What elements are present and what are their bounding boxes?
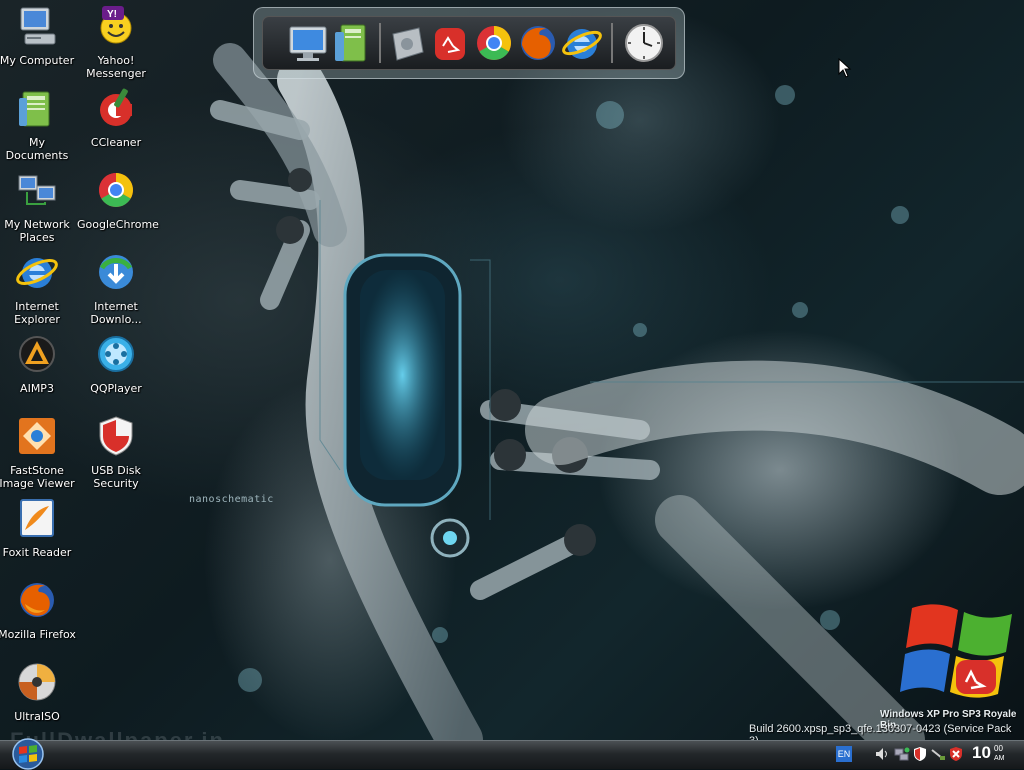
desktop-icon-google-chrome[interactable]: GoogleChrome [77,168,159,231]
desktop-icon-label: QQPlayer [90,382,142,395]
network-icon[interactable] [894,746,910,762]
mouse-cursor-icon [838,58,852,78]
qqplayer-icon [98,336,134,372]
system-tray: EN 10 00 AM [832,741,1024,769]
clock-minute: 00 [994,744,1003,753]
desktop-icon-label: AIMP3 [20,382,54,395]
desktop-icon-label: My Network Places [4,218,70,244]
desktop-icon-label: Yahoo! Messenger [86,54,146,80]
disc-icon [18,663,56,701]
wallpaper-caption: nanoschematic [189,494,274,505]
dock-shelf [262,16,676,70]
desktop-icon-label: USB Disk Security [91,464,141,490]
taskbar: EN 10 00 AM [0,738,1024,770]
desktop-icon-faststone[interactable]: FastStone Image Viewer [0,414,76,490]
desktop-icon-qqplayer[interactable]: QQPlayer [77,332,155,395]
desktop-icon-label: FastStone Image Viewer [0,464,75,490]
desktop-icon-my-computer[interactable]: My Computer [0,4,76,67]
desktop-icon-internet-explorer[interactable]: Internet Explorer [0,250,76,326]
faststone-icon [19,418,55,454]
clock-hour: 10 [972,743,991,762]
drive-icon[interactable] [385,22,427,64]
yahoo-messenger-icon: Y! [100,6,132,44]
network-places-icon [18,175,56,205]
taskbar-clock[interactable]: 10 00 AM [972,743,1005,763]
desktop-icon-internet-download-manager[interactable]: Internet Downlo... [77,250,155,326]
desktop-icon-label: Mozilla Firefox [0,628,76,641]
desktop-icon-foxit-reader[interactable]: Foxit Reader [0,496,76,559]
start-button[interactable] [8,738,48,770]
recycle-bin-icon[interactable] [429,22,471,64]
chrome-icon[interactable] [473,22,515,64]
desktop-icon-label: CCleaner [90,136,142,149]
firefox-icon [20,583,54,617]
aimp-icon [19,336,55,372]
safely-remove-icon[interactable] [930,746,946,762]
foxit-reader-icon [20,499,54,537]
firefox-icon[interactable] [517,22,559,64]
internet-download-manager-icon [99,255,133,289]
desktop-icon-ultraiso[interactable]: UltraISO [0,660,76,723]
computer-icon [20,7,56,45]
desktop-icon-label: Internet Explorer [14,300,60,326]
internet-explorer-icon[interactable] [561,22,603,64]
desktop-icon-label: GoogleChrome [77,218,159,231]
windows-xp-logo-icon [900,604,1012,698]
desktop-icon-usb-disk-security[interactable]: USB Disk Security [77,414,155,490]
internet-explorer-icon [16,258,58,288]
desktop-icon-label: My Documents [5,136,69,162]
documents-folder-icon[interactable] [331,22,373,64]
desktop-icon-label: Foxit Reader [2,546,72,559]
volume-icon[interactable] [874,746,890,762]
security-alert-icon[interactable] [948,746,964,762]
shield-icon[interactable] [912,746,928,762]
shield-icon [99,416,133,456]
desktop-icon-my-documents[interactable]: My Documents [0,86,76,162]
clock-icon[interactable] [623,22,665,64]
chrome-icon [99,173,133,207]
desktop-icon-my-network-places[interactable]: My Network Places [0,168,76,244]
desktop-icon-ccleaner[interactable]: CCleaner [77,86,155,149]
ccleaner-icon [100,88,132,126]
documents-folder-icon [19,91,50,127]
desktop-icon-yahoo-messenger[interactable]: Y! Yahoo! Messenger [77,4,155,80]
dock-separator [611,23,613,63]
language-indicator[interactable]: EN [836,746,852,762]
clock-ampm: AM [994,755,1005,762]
desktop-icon-aimp3[interactable]: AIMP3 [0,332,76,395]
desktop-icon-mozilla-firefox[interactable]: Mozilla Firefox [0,578,76,641]
svg-text:Y!: Y! [107,9,117,20]
desktop-icon-label: Internet Downlo... [90,300,142,326]
desktop-icon-label: My Computer [0,54,75,67]
dock-bar [253,7,685,79]
dock-separator [379,23,381,63]
monitor-icon[interactable] [287,22,329,64]
desktop-icon-label: UltraISO [14,710,60,723]
